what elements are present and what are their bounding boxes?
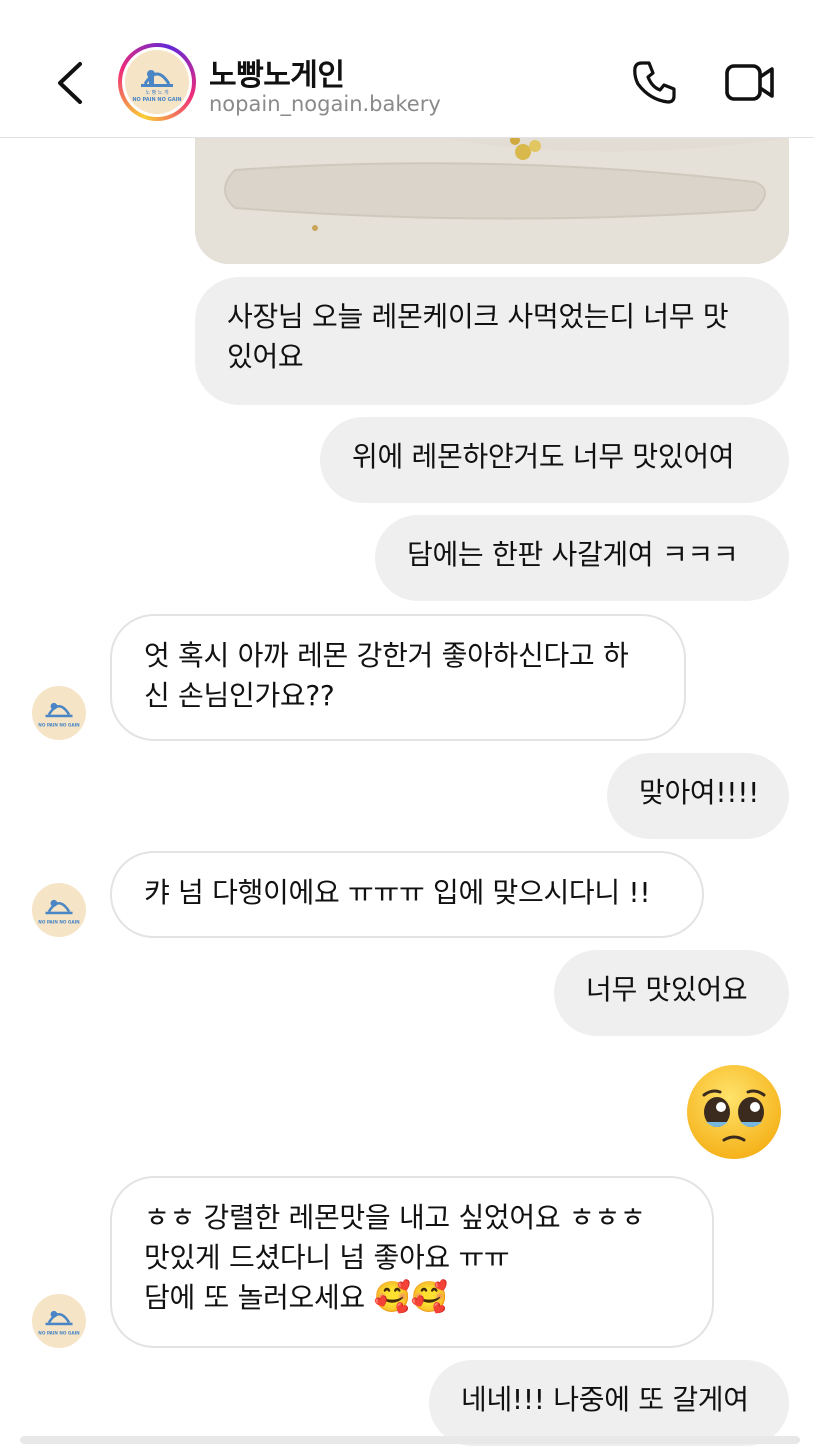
message-line: 위에 레몬하얀거도 너무 맛있어여 [352, 440, 735, 473]
message-line: 담에는 한판 사갈게여 ㅋㅋㅋ [407, 538, 739, 571]
outgoing-message[interactable]: 맞아여!!!! [607, 753, 789, 839]
chat-username[interactable]: nopain_nogain.bakery [209, 92, 441, 116]
logo-text: NO PAIN NO GAIN [38, 723, 80, 728]
message-line: 맛있게 드셨다니 넘 좋아요 ㅠㅠ [144, 1241, 510, 1274]
message-text: 담에 또 놀러오세요 [144, 1281, 365, 1314]
phone-icon [633, 61, 676, 104]
pleading-face-icon [687, 1065, 781, 1159]
message-line: 맞아여!!!! [639, 776, 760, 809]
message-line: 있어요 [227, 340, 304, 373]
incoming-message[interactable]: 엇 혹시 아까 레몬 강한거 좋아하신다고 하 신 손님인가요?? [110, 614, 686, 741]
voice-call-button[interactable] [630, 58, 678, 106]
message-line: 너무 맛있어요 [586, 973, 748, 1006]
chat-title[interactable]: 노빵노게인 [209, 50, 345, 94]
message-line: 네네!!! 나중에 또 갈게여 [461, 1383, 749, 1416]
message-line: 신 손님인가요?? [144, 679, 335, 712]
sender-avatar[interactable]: NO PAIN NO GAIN [32, 1294, 86, 1348]
message-line-with-emoji: 담에 또 놀러오세요 🥰🥰 [144, 1278, 680, 1318]
video-call-button[interactable] [724, 62, 776, 104]
profile-avatar[interactable]: 노 빵 노 게 NO PAIN NO GAIN [118, 43, 196, 121]
logo-text: NO PAIN NO GAIN [132, 97, 181, 103]
message-line: 캬 넘 다행이에요 ㅠㅠㅠ 입에 맞으시다니 !! [144, 876, 651, 909]
bakery-logo-icon: NO PAIN NO GAIN [38, 899, 80, 925]
chat-header: 노 빵 노 게 NO PAIN NO GAIN 노빵노게인 nopain_nog… [0, 0, 814, 138]
sender-avatar[interactable]: NO PAIN NO GAIN [32, 883, 86, 937]
bakery-logo-icon: NO PAIN NO GAIN [38, 1310, 80, 1336]
avatar-inner: 노 빵 노 게 NO PAIN NO GAIN [122, 47, 192, 117]
incoming-message[interactable]: ㅎㅎ 강렬한 레몬맛을 내고 싶었어요 ㅎㅎㅎ 맛있게 드셨다니 넘 좋아요 ㅠ… [110, 1176, 714, 1348]
message-line: 사장님 오늘 레몬케이크 사먹었는디 너무 맛 [227, 300, 729, 333]
sender-avatar[interactable]: NO PAIN NO GAIN [32, 686, 86, 740]
logo-kr-text: 노 빵 노 게 [145, 89, 169, 96]
video-camera-icon [725, 64, 774, 101]
emoji-message[interactable] [684, 1062, 784, 1162]
outgoing-message[interactable]: 너무 맛있어요 [554, 950, 789, 1036]
bakery-logo-icon: 노 빵 노 게 NO PAIN NO GAIN [132, 70, 182, 103]
outgoing-message[interactable]: 담에는 한판 사갈게여 ㅋㅋㅋ [375, 515, 789, 601]
bakery-logo-icon: NO PAIN NO GAIN [38, 702, 80, 728]
outgoing-message[interactable]: 위에 레몬하얀거도 너무 맛있어여 [320, 417, 789, 503]
outgoing-message[interactable]: 네네!!! 나중에 또 갈게여 [429, 1360, 789, 1446]
bottom-bar [20, 1436, 800, 1444]
incoming-message[interactable]: 캬 넘 다행이에요 ㅠㅠㅠ 입에 맞으시다니 !! [110, 851, 704, 938]
logo-text: NO PAIN NO GAIN [38, 920, 80, 925]
bakery-logo: 노 빵 노 게 NO PAIN NO GAIN [125, 50, 189, 114]
back-arrow-icon [58, 62, 82, 104]
message-line: 엇 혹시 아까 레몬 강한거 좋아하신다고 하 [144, 639, 629, 672]
message-line: ㅎㅎ 강렬한 레몬맛을 내고 싶었어요 ㅎㅎㅎ [144, 1201, 646, 1234]
smiling-hearts-emoji: 🥰🥰 [373, 1280, 448, 1315]
logo-text: NO PAIN NO GAIN [38, 1331, 80, 1336]
outgoing-message[interactable]: 사장님 오늘 레몬케이크 사먹었는디 너무 맛 있어요 [195, 277, 789, 405]
back-button[interactable] [52, 58, 92, 108]
